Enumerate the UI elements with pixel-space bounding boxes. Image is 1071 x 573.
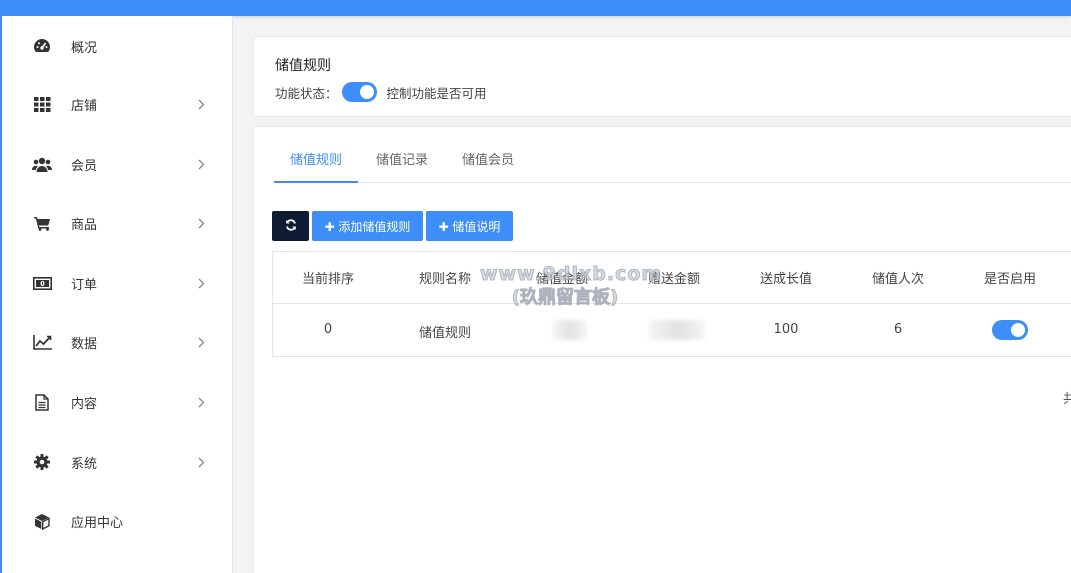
refresh-button[interactable] xyxy=(272,211,309,241)
tab-recharge-members[interactable]: 储值会员 xyxy=(446,143,530,183)
page-title: 储值规则 xyxy=(275,58,331,74)
sidebar-item-label: 数据 xyxy=(71,336,98,352)
sidebar-item-orders[interactable]: 订单 xyxy=(0,263,233,303)
chevron-right-icon xyxy=(196,455,206,469)
column-header-sort: 当前排序 xyxy=(301,272,354,287)
top-header-bar xyxy=(0,0,1071,16)
sidebar-item-app-center[interactable]: 应用中心 xyxy=(0,501,233,541)
dashboard-icon xyxy=(32,36,52,56)
users-icon xyxy=(32,154,52,174)
tab-recharge-rules[interactable]: 储值规则 xyxy=(274,143,358,183)
rule-enabled-toggle[interactable] xyxy=(992,320,1028,340)
status-hint: 控制功能是否可用 xyxy=(386,85,487,101)
column-header-growth-value: 送成长值 xyxy=(759,272,812,287)
document-icon xyxy=(32,392,52,412)
sidebar-item-overview[interactable]: 概况 xyxy=(0,26,233,66)
sidebar-item-members[interactable]: 会员 xyxy=(0,144,233,184)
watermark-site-name: (玖鼎留言板) xyxy=(511,287,619,309)
tab-recharge-records[interactable]: 储值记录 xyxy=(360,143,444,183)
add-recharge-rule-button[interactable]: ✚ 添加储值规则 xyxy=(312,211,423,241)
sidebar-item-label: 概况 xyxy=(71,40,98,56)
cell-bonus-amount-blurred xyxy=(649,320,705,340)
recharge-explanation-button[interactable]: ✚ 储值说明 xyxy=(426,211,513,241)
sidebar-item-label: 订单 xyxy=(71,277,98,293)
column-header-recharge-count: 储值人次 xyxy=(871,272,924,287)
refresh-icon xyxy=(285,218,297,234)
sidebar-item-label: 系统 xyxy=(71,456,98,472)
sidebar-item-shop[interactable]: 店铺 xyxy=(0,84,233,124)
sidebar-item-label: 内容 xyxy=(71,396,98,412)
chevron-right-icon xyxy=(196,276,206,290)
sidebar-item-label: 店铺 xyxy=(71,98,98,114)
tab-bar: 储值规则 储值记录 储值会员 xyxy=(274,143,1071,183)
grid-icon xyxy=(32,94,52,114)
status-label: 功能状态： xyxy=(275,85,338,101)
sidebar-item-products[interactable]: 商品 xyxy=(0,203,233,243)
sidebar-item-label: 商品 xyxy=(71,217,98,233)
rules-table: 当前排序 规则名称 储值金额 赠送金额 送成长值 储值人次 是否启用 0 储值规… xyxy=(272,251,1071,357)
chevron-right-icon xyxy=(196,395,206,409)
chevron-right-icon xyxy=(196,157,206,171)
sidebar: 概况 店铺 会员 商品 订单 数据 内容 系统 应用中心 xyxy=(0,16,233,573)
function-status-row: 功能状态： 控制功能是否可用 xyxy=(275,82,487,102)
rules-card: 储值规则 储值记录 储值会员 ✚ 添加储值规则 ✚ 储值说明 当前排序 规则名称… xyxy=(253,126,1071,573)
settings-card: 储值规则 功能状态： 控制功能是否可用 xyxy=(253,36,1071,117)
table-header: 当前排序 规则名称 储值金额 赠送金额 送成长值 储值人次 是否启用 xyxy=(273,252,1071,304)
cell-sort: 0 xyxy=(323,322,333,337)
chevron-right-icon xyxy=(196,97,206,111)
main-content: 储值规则 功能状态： 控制功能是否可用 储值规则 储值记录 储值会员 ✚ 添加储… xyxy=(233,16,1071,573)
cell-rule-name: 储值规则 xyxy=(418,326,471,341)
cell-recharge-count: 6 xyxy=(893,322,903,337)
line-chart-icon xyxy=(32,332,52,352)
sidebar-item-label: 会员 xyxy=(71,158,98,174)
sidebar-item-content[interactable]: 内容 xyxy=(0,382,233,422)
watermark-url: www.9dlxb.com xyxy=(480,263,663,286)
money-icon xyxy=(32,273,52,293)
cart-icon xyxy=(32,213,52,233)
column-header-enabled: 是否启用 xyxy=(983,272,1036,287)
cell-growth-value: 100 xyxy=(773,322,799,337)
chevron-right-icon xyxy=(196,335,206,349)
cube-icon xyxy=(32,511,52,531)
cell-recharge-amount-blurred xyxy=(553,320,587,340)
sidebar-item-system[interactable]: 系统 xyxy=(0,442,233,482)
watermark: www.9dlxb.com (玖鼎留言板) xyxy=(480,262,663,310)
sidebar-item-data[interactable]: 数据 xyxy=(0,322,233,362)
gear-icon xyxy=(32,452,52,472)
function-status-toggle[interactable] xyxy=(341,82,377,102)
pagination-total-fragment: 共 xyxy=(1063,392,1071,407)
sidebar-item-label: 应用中心 xyxy=(71,515,124,531)
chevron-right-icon xyxy=(196,216,206,230)
